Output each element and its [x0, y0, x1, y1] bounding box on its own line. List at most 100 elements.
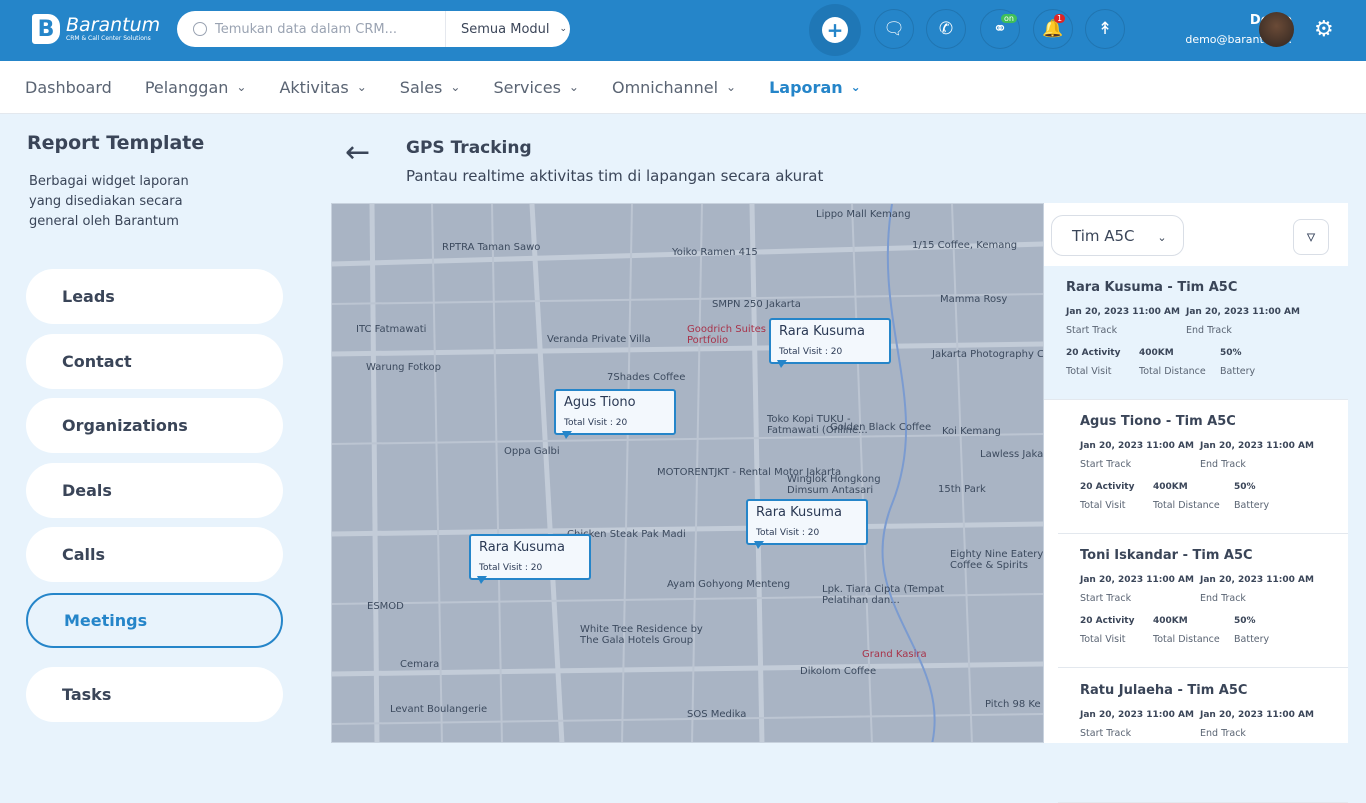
map-place-label[interactable]: Grand Kasira: [862, 649, 927, 660]
search-input[interactable]: Temukan data dalam CRM...: [215, 22, 445, 37]
start-time: Jan 20, 2023 11:00 AM: [1080, 575, 1194, 585]
start-time: Jan 20, 2023 11:00 AM: [1066, 307, 1180, 317]
map-place-label[interactable]: Lawless Jaka: [980, 449, 1043, 460]
page-title: GPS Tracking: [406, 138, 532, 158]
map-place-label[interactable]: Golden Black Coffee: [830, 422, 931, 433]
tracking-card[interactable]: Toni Iskandar - Tim A5C Jan 20, 2023 11:…: [1058, 534, 1348, 668]
sidebar-item-contact[interactable]: Contact: [26, 334, 283, 389]
end-label: End Track: [1186, 325, 1232, 336]
visit-label: Total Visit: [1080, 500, 1126, 511]
chat-icon: 🗨: [883, 19, 905, 39]
headset-button[interactable]: ⚭ on: [980, 9, 1020, 49]
map-place-label[interactable]: ITC Fatmawati: [356, 324, 426, 335]
sidebar-item-calls[interactable]: Calls: [26, 527, 283, 582]
nav-services[interactable]: Services ⌄: [493, 78, 579, 97]
map-place-label[interactable]: Jakarta Photography Centre: [932, 349, 1043, 360]
map-place-label[interactable]: Lpk. Tiara Cipta (Tempat Pelatihan dan..…: [822, 584, 947, 606]
sidebar-item-organizations[interactable]: Organizations: [26, 398, 283, 453]
start-label: Start Track: [1080, 593, 1132, 604]
map-place-label[interactable]: SMPN 250 Jakarta: [712, 299, 801, 310]
map-place-label[interactable]: 7Shades Coffee: [607, 372, 685, 383]
sidebar-item-deals[interactable]: Deals: [26, 463, 283, 518]
end-time: Jan 20, 2023 11:00 AM: [1200, 441, 1314, 451]
card-title: Agus Tiono - Tim A5C: [1080, 414, 1236, 429]
phone-icon: ✆: [938, 19, 954, 39]
chevron-down-icon: ⌄: [850, 80, 861, 94]
notification-button[interactable]: 🔔 1: [1033, 9, 1073, 49]
map-place-label[interactable]: Veranda Private Villa: [547, 334, 651, 345]
map-place-label[interactable]: Koi Kemang: [942, 426, 1001, 437]
map-marker-callout[interactable]: Rara Kusuma Total Visit : 20: [746, 499, 868, 549]
sidebar-item-meetings[interactable]: Meetings: [26, 593, 283, 648]
marker-visit: Total Visit : 20: [479, 563, 543, 573]
map-place-label[interactable]: ESMOD: [367, 601, 404, 612]
visit-label: Total Visit: [1080, 634, 1126, 645]
phone-button[interactable]: ✆: [926, 9, 966, 49]
card-title: Toni Iskandar - Tim A5C: [1080, 548, 1253, 563]
main-nav: Dashboard Pelanggan ⌄ Aktivitas ⌄ Sales ⌄ Servi…: [0, 61, 1366, 114]
gear-icon[interactable]: ⚙: [1314, 17, 1334, 42]
map-place-label[interactable]: Cemara: [400, 659, 439, 670]
tracking-card[interactable]: Rara Kusuma - Tim A5C Jan 20, 2023 11:00…: [1044, 266, 1348, 400]
nav-dashboard[interactable]: Dashboard: [25, 78, 112, 97]
brand-tagline: CRM & Call Center Solutions: [66, 35, 151, 42]
team-select[interactable]: Tim A5C ⌄: [1051, 215, 1184, 256]
nav-omnichannel[interactable]: Omnichannel ⌄: [612, 78, 736, 97]
map-marker-callout[interactable]: Rara Kusuma Total Visit : 20: [769, 318, 891, 368]
gps-map[interactable]: Lippo Mall Kemang 1/15 Coffee, Kemang Yoik…: [331, 203, 1044, 743]
map-place-label[interactable]: RPTRA Taman Sawo: [442, 242, 540, 253]
sidebar-item-leads[interactable]: Leads: [26, 269, 283, 324]
tracking-card[interactable]: Agus Tiono - Tim A5C Jan 20, 2023 11:00 …: [1058, 400, 1348, 534]
nav-sales[interactable]: Sales ⌄: [400, 78, 461, 97]
map-place-label[interactable]: SOS Medika: [687, 709, 746, 720]
chevron-down-icon: ⌄: [236, 80, 247, 94]
sidebar: Report Template Berbagai widget laporan …: [0, 114, 308, 751]
nav-label: Aktivitas: [279, 77, 349, 97]
distance: 400KM: [1153, 482, 1188, 492]
battery-label: Battery: [1234, 634, 1270, 645]
nav-aktivitas[interactable]: Aktivitas ⌄: [279, 78, 366, 97]
marker-visit: Total Visit : 20: [756, 528, 820, 538]
nav-pelanggan[interactable]: Pelanggan ⌄: [145, 78, 247, 97]
sidebar-item-tasks[interactable]: Tasks: [26, 667, 283, 722]
logo[interactable]: B Barantum CRM & Call Center Solutions: [32, 14, 160, 44]
map-marker-callout[interactable]: Agus Tiono Total Visit : 20: [554, 389, 676, 439]
tracking-card[interactable]: Ratu Julaeha - Tim A5C Jan 20, 2023 11:0…: [1058, 669, 1348, 803]
map-place-label[interactable]: Eighty Nine Eatery, Coffee & Spirits: [950, 549, 1043, 571]
global-search[interactable]: Temukan data dalam CRM... Semua Modul ⌄: [177, 11, 570, 47]
end-label: End Track: [1200, 728, 1246, 739]
map-place-label[interactable]: 1/15 Coffee, Kemang: [912, 240, 1017, 251]
module-select[interactable]: Semua Modul ⌄: [445, 11, 567, 47]
end-label: End Track: [1200, 593, 1246, 604]
logo-mark: B: [32, 14, 60, 44]
chat-button[interactable]: 🗨: [874, 9, 914, 49]
back-arrow-icon[interactable]: ←: [345, 135, 370, 170]
add-button[interactable]: +: [809, 4, 861, 56]
team-select-value: Tim A5C: [1072, 227, 1135, 245]
nav-label: Sales: [399, 77, 443, 97]
marker-visit: Total Visit : 20: [779, 347, 843, 357]
chevron-down-icon: ⌄: [1157, 231, 1167, 244]
map-place-label[interactable]: Lippo Mall Kemang: [816, 209, 911, 220]
map-place-label[interactable]: Oppa Galbi: [504, 446, 560, 457]
distance-label: Total Distance: [1153, 500, 1220, 511]
filter-icon[interactable]: ▿: [1293, 219, 1329, 255]
map-place-label[interactable]: White Tree Residence by The Gala Hotels …: [580, 624, 705, 646]
chevron-down-icon: ⌄: [559, 24, 568, 34]
map-place-label[interactable]: Ayam Gohyong Menteng: [667, 579, 790, 590]
start-label: Start Track: [1080, 459, 1132, 470]
map-place-label[interactable]: Winglok Hongkong Dimsum Antasari: [787, 474, 912, 496]
map-place-label[interactable]: Dikolom Coffee: [800, 666, 876, 677]
map-place-label[interactable]: Pitch 98 Ke: [985, 699, 1041, 710]
map-place-label[interactable]: Mamma Rosy: [940, 294, 1007, 305]
map-marker-callout[interactable]: Rara Kusuma Total Visit : 20: [469, 534, 591, 584]
page-subtitle: Pantau realtime aktivitas tim di lapanga…: [406, 167, 824, 185]
end-time: Jan 20, 2023 11:00 AM: [1200, 710, 1314, 720]
map-place-label[interactable]: Yoiko Ramen 415: [672, 247, 758, 258]
map-place-label[interactable]: 15th Park: [938, 484, 986, 495]
nav-laporan[interactable]: Laporan ⌄: [769, 78, 861, 97]
rocket-button[interactable]: ↟: [1085, 9, 1125, 49]
map-place-label[interactable]: Warung Fotkop: [366, 362, 441, 373]
map-place-label[interactable]: Levant Boulangerie: [390, 704, 487, 715]
avatar[interactable]: [1259, 12, 1294, 47]
